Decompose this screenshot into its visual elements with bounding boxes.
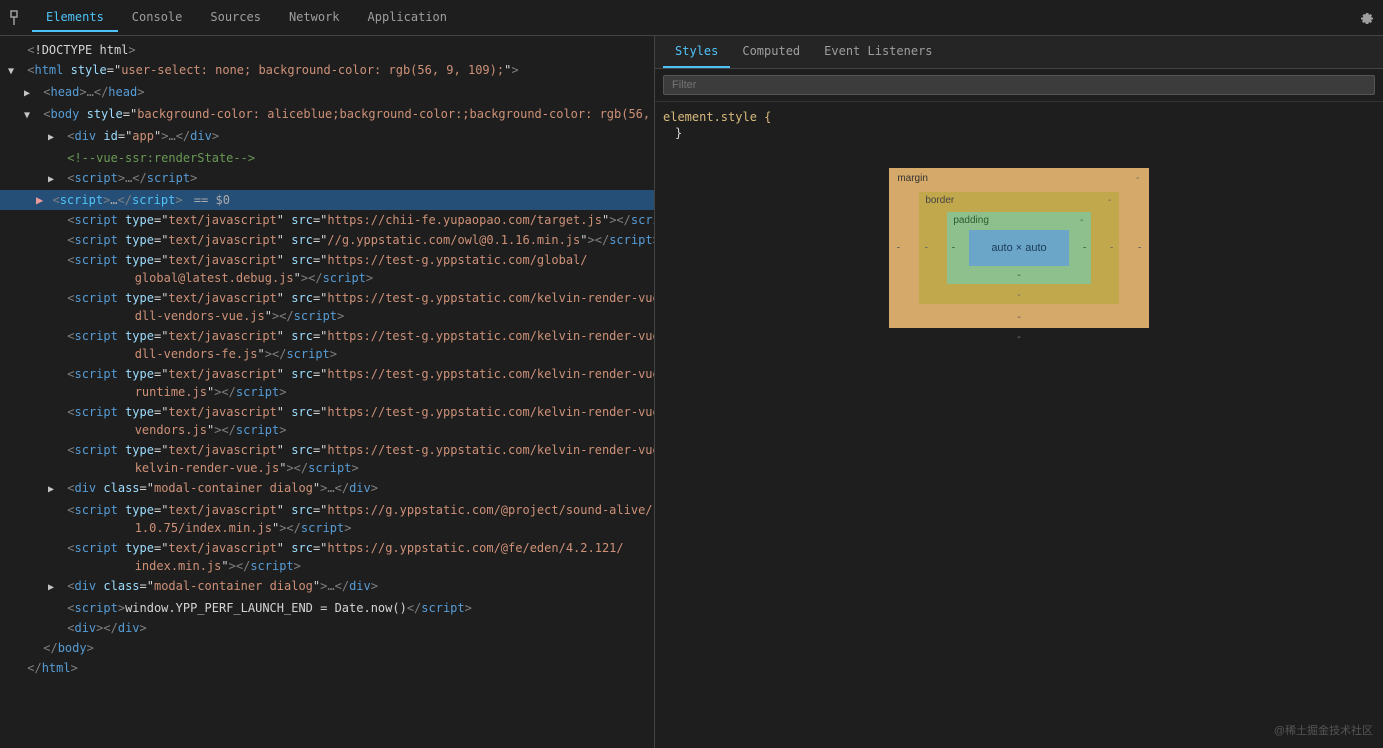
arrow-collapsed[interactable]: [24, 85, 36, 103]
padding-label: padding: [953, 215, 989, 226]
tab-sources[interactable]: Sources: [196, 4, 275, 32]
border-left-val: -: [923, 243, 929, 254]
arrow-collapsed[interactable]: [48, 129, 60, 147]
dom-line-runtime[interactable]: <script type="text/javascript" src="http…: [0, 364, 654, 402]
dom-line-kelvin-vue[interactable]: <script type="text/javascript" src="http…: [0, 440, 654, 478]
tab-network[interactable]: Network: [275, 4, 354, 32]
styles-panel: Styles Computed Event Listeners element.…: [655, 36, 1383, 748]
dom-line-script2-selected[interactable]: ▶ <script>…</script> == $0: [0, 190, 654, 210]
styles-tabs: Styles Computed Event Listeners: [655, 36, 1383, 69]
border-top-indicator: -: [1107, 195, 1113, 206]
tab-console[interactable]: Console: [118, 4, 197, 32]
dom-line-body[interactable]: <body style="background-color: aliceblue…: [0, 104, 654, 126]
tab-styles[interactable]: Styles: [663, 36, 730, 68]
dom-line-doctype: <!DOCTYPE html>: [0, 40, 654, 60]
dom-line-global-debug[interactable]: <script type="text/javascript" src="http…: [0, 250, 654, 288]
dom-line-close-html: </html>: [0, 658, 654, 678]
dom-line-close-body: </body>: [0, 638, 654, 658]
padding-box: padding - - - - auto × auto: [947, 212, 1090, 284]
dom-line-eden[interactable]: <script type="text/javascript" src="http…: [0, 538, 654, 576]
padding-top-indicator: -: [1079, 215, 1085, 226]
dom-line-modal-dialog2[interactable]: <div class="modal-container dialog">…</d…: [0, 576, 654, 598]
tab-computed[interactable]: Computed: [730, 36, 812, 68]
dom-line-vendors-vue[interactable]: <script type="text/javascript" src="http…: [0, 288, 654, 326]
dom-line-vendors-fe[interactable]: <script type="text/javascript" src="http…: [0, 326, 654, 364]
tab-application[interactable]: Application: [354, 4, 461, 32]
style-close-brace: }: [663, 126, 1375, 140]
border-bottom-val: -: [1016, 290, 1022, 301]
watermark: @稀土掘金技术社区: [1274, 722, 1373, 738]
filter-input[interactable]: [663, 75, 1375, 95]
main-layout: <!DOCTYPE html> <html style="user-select…: [0, 36, 1383, 748]
padding-left-val: -: [950, 243, 956, 254]
dom-line-target-js[interactable]: <script type="text/javascript" src="http…: [0, 210, 654, 230]
dom-line-perf[interactable]: <script>window.YPP_PERF_LAUNCH_END = Dat…: [0, 598, 654, 618]
border-box: border - - - - padding -: [919, 192, 1118, 304]
dom-line-owl-js[interactable]: <script type="text/javascript" src="//g.…: [0, 230, 654, 250]
dom-line-ssr-comment: <!--vue-ssr:renderState-->: [0, 148, 654, 168]
padding-right-val: -: [1082, 243, 1088, 254]
devtools-toolbar: Elements Console Sources Network Applica…: [0, 0, 1383, 36]
dom-line-vendors[interactable]: <script type="text/javascript" src="http…: [0, 402, 654, 440]
inspect-icon[interactable]: [8, 8, 28, 28]
element-style-block: element.style { }: [663, 110, 1375, 140]
margin-right-val: -: [1137, 243, 1143, 254]
main-tab-nav: Elements Console Sources Network Applica…: [32, 4, 461, 32]
arrow-expanded[interactable]: [24, 107, 36, 125]
box-model: margin - - - - border - -: [889, 168, 1148, 343]
style-selector: element.style {: [663, 110, 1375, 124]
margin-bottom-val: -: [1016, 312, 1022, 323]
arrow-expanded[interactable]: [8, 63, 20, 81]
box-model-container: margin - - - - border - -: [663, 148, 1375, 363]
arrow-collapsed[interactable]: [48, 481, 60, 499]
dom-line-div-app[interactable]: <div id="app">…</div>: [0, 126, 654, 148]
styles-content: element.style { } margin - - - -: [655, 102, 1383, 748]
box-bottom-dash: -: [889, 332, 1148, 343]
tab-event-listeners[interactable]: Event Listeners: [812, 36, 944, 68]
arrow-collapsed[interactable]: [48, 171, 60, 189]
dom-line-html[interactable]: <html style="user-select: none; backgrou…: [0, 60, 654, 82]
margin-label: margin: [897, 173, 928, 184]
filter-bar: [655, 69, 1383, 102]
margin-box: margin - - - - border - -: [889, 168, 1148, 328]
dom-line-head[interactable]: <head>…</head>: [0, 82, 654, 104]
dom-tree-panel[interactable]: <!DOCTYPE html> <html style="user-select…: [0, 36, 655, 748]
dom-line-modal-dialog1[interactable]: <div class="modal-container dialog">…</d…: [0, 478, 654, 500]
dom-line-script1[interactable]: <script>…</script>: [0, 168, 654, 190]
border-right-val: -: [1109, 243, 1115, 254]
settings-icon[interactable]: [1359, 8, 1375, 27]
arrow-collapsed[interactable]: [48, 579, 60, 597]
dom-line-empty-div[interactable]: <div></div>: [0, 618, 654, 638]
dom-line-sound-alive[interactable]: <script type="text/javascript" src="http…: [0, 500, 654, 538]
border-label: border: [925, 195, 954, 206]
margin-left-val: -: [895, 243, 901, 254]
tab-elements[interactable]: Elements: [32, 4, 118, 32]
content-value: auto × auto: [991, 242, 1046, 254]
padding-bottom-val: -: [1016, 270, 1022, 281]
margin-top-indicator: -: [1135, 173, 1141, 184]
content-box: auto × auto: [969, 230, 1068, 266]
